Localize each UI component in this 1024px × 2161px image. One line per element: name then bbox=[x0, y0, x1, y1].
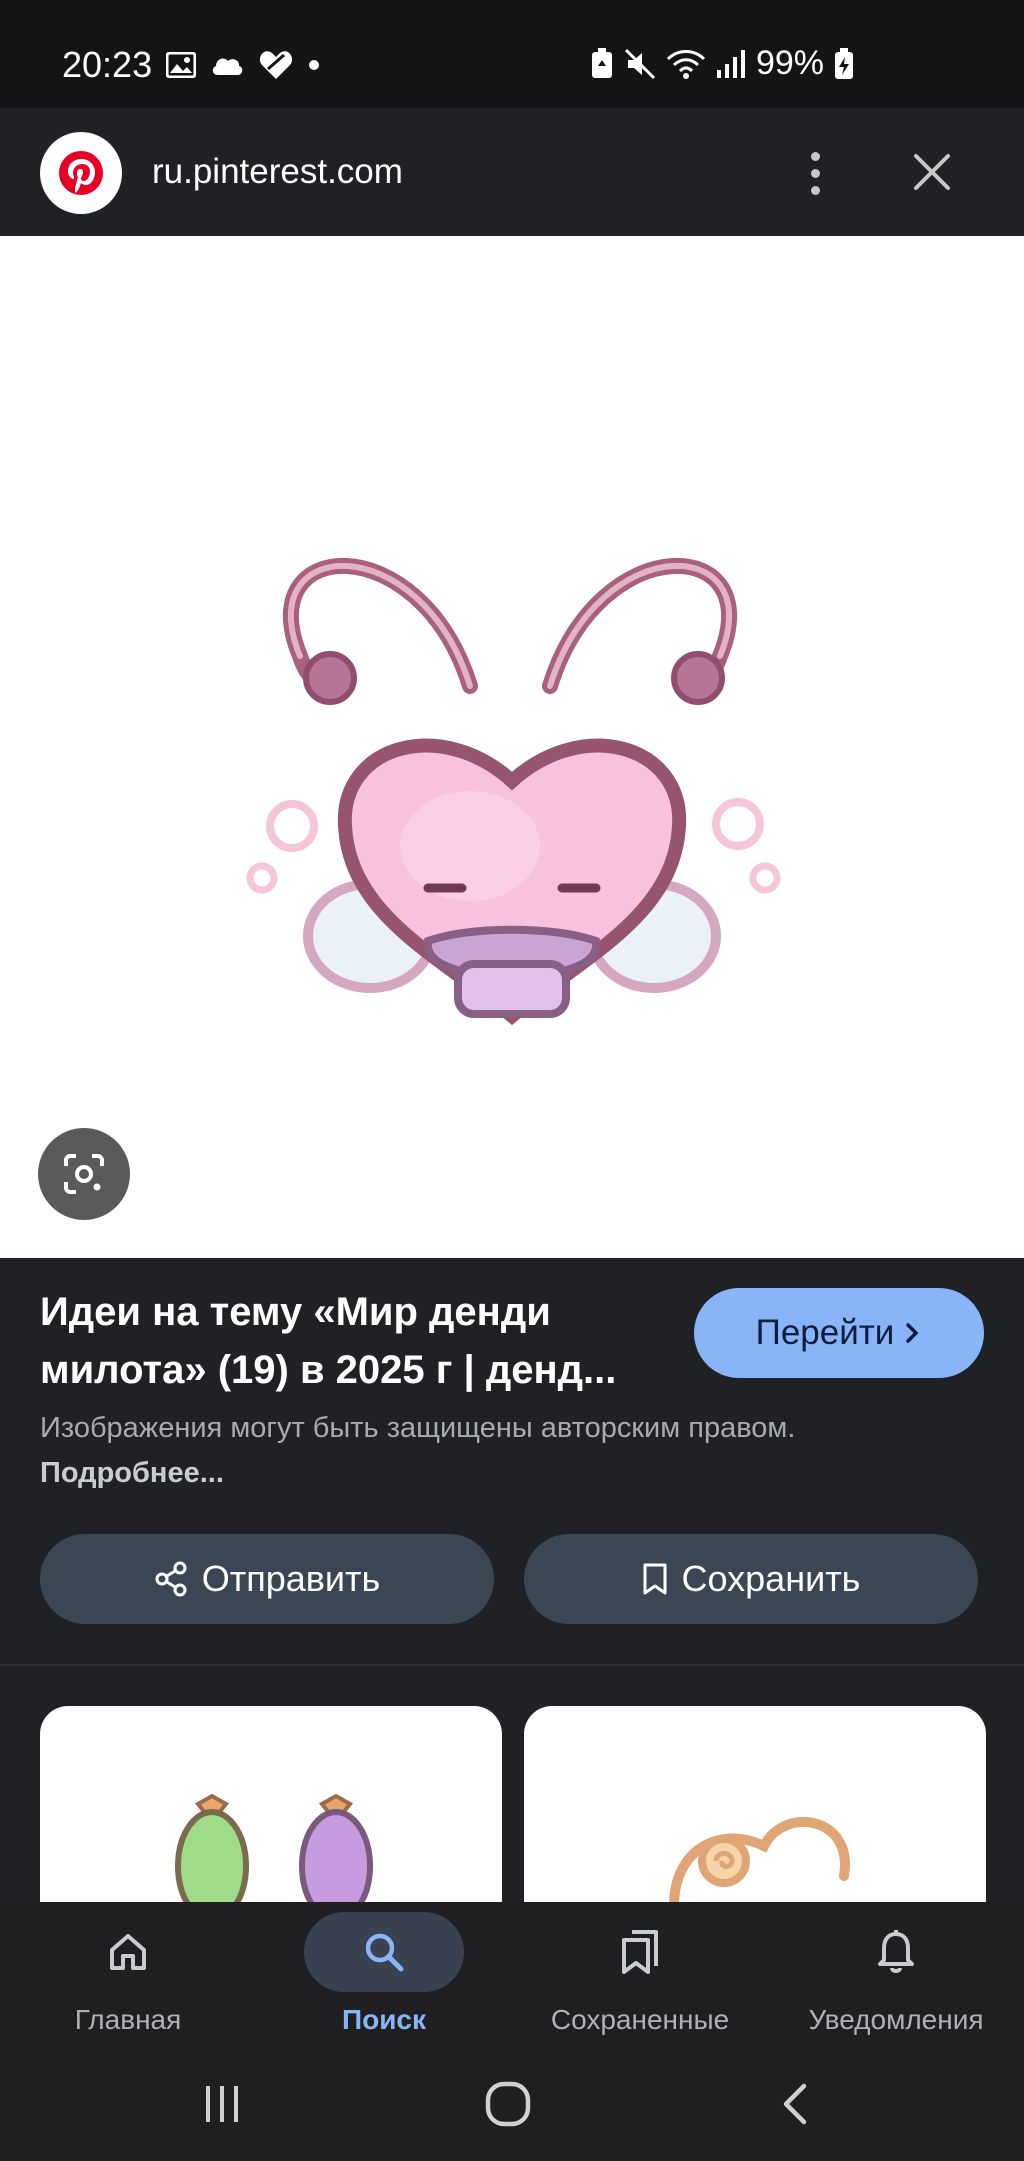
nav-label: Уведомления bbox=[808, 2004, 984, 2035]
camera-search-icon bbox=[64, 1154, 104, 1194]
save-button[interactable]: Сохранить bbox=[524, 1534, 978, 1624]
home-circle-icon bbox=[485, 2081, 531, 2127]
custom-tab-toolbar: ru.pinterest.com bbox=[0, 108, 1024, 236]
nav-label: Сохраненные bbox=[550, 2004, 730, 2035]
pinterest-icon bbox=[40, 132, 122, 214]
status-right: 99% bbox=[590, 44, 854, 83]
status-left: 20:23 bbox=[62, 44, 320, 86]
nav-icon-container bbox=[816, 1912, 976, 1992]
heart-icon bbox=[258, 49, 294, 81]
save-label: Сохранить bbox=[681, 1558, 861, 1599]
battery-level: 99% bbox=[755, 44, 824, 82]
dot bbox=[810, 151, 820, 161]
nav-label: Главная bbox=[74, 2004, 182, 2035]
nav-item-search[interactable]: Поиск bbox=[256, 1912, 512, 2042]
nav-label: Поиск bbox=[341, 2004, 427, 2035]
more-options-button[interactable] bbox=[790, 138, 840, 208]
share-button[interactable]: Отправить bbox=[40, 1534, 494, 1624]
dot-icon bbox=[308, 59, 320, 71]
battery-charging-icon bbox=[834, 47, 854, 80]
home-button[interactable] bbox=[468, 2074, 548, 2134]
lens-search-button[interactable] bbox=[38, 1128, 130, 1220]
nav-item-saved[interactable]: Сохраненные bbox=[512, 1912, 768, 2042]
cloud-icon bbox=[210, 54, 244, 76]
battery-saver-icon bbox=[590, 47, 614, 80]
url-text[interactable]: ru.pinterest.com bbox=[152, 152, 403, 192]
bell-icon bbox=[878, 1930, 914, 1973]
dot bbox=[810, 185, 820, 195]
result-title[interactable]: Идеи на тему «Мир денди милота» (19) в 2… bbox=[40, 1283, 680, 1399]
chevron-right-icon bbox=[906, 1323, 919, 1343]
copyright-notice: Изображения могут быть защищены авторски… bbox=[40, 1406, 900, 1496]
nav-item-home[interactable]: Главная bbox=[0, 1912, 256, 2042]
bookmark-icon bbox=[643, 1563, 667, 1595]
close-icon[interactable] bbox=[904, 144, 960, 200]
nav-item-notifications[interactable]: Уведомления bbox=[768, 1912, 1024, 2042]
dot bbox=[810, 168, 820, 178]
status-bar: 20:23 99% bbox=[0, 0, 1024, 108]
gallery-icon bbox=[166, 52, 197, 78]
status-time: 20:23 bbox=[62, 44, 153, 85]
mute-icon bbox=[624, 48, 656, 80]
system-navigation-bar bbox=[0, 2060, 1024, 2140]
home-icon bbox=[110, 1934, 146, 1970]
signal-icon bbox=[716, 49, 746, 78]
recent-apps-icon bbox=[206, 2086, 238, 2122]
nav-icon-container bbox=[560, 1912, 720, 1992]
back-icon bbox=[783, 2083, 807, 2125]
visit-button[interactable]: Перейти bbox=[694, 1288, 984, 1378]
back-button[interactable] bbox=[756, 2074, 836, 2134]
share-label: Отправить bbox=[201, 1558, 381, 1599]
copyright-text: Изображения могут быть защищены авторски… bbox=[40, 1412, 796, 1444]
divider bbox=[0, 1664, 1024, 1666]
recent-apps-button[interactable] bbox=[182, 2074, 262, 2134]
wifi-icon bbox=[666, 49, 706, 79]
bee-illustration bbox=[246, 558, 781, 1026]
more-info-link[interactable]: Подробнее... bbox=[40, 1457, 224, 1489]
saved-icon bbox=[622, 1930, 658, 1974]
visit-label: Перейти bbox=[755, 1313, 895, 1352]
nav-icon-container bbox=[304, 1912, 464, 1992]
search-icon bbox=[365, 1933, 404, 1972]
bottom-navigation: Главная Поиск Сохраненные Уведомления bbox=[0, 1902, 1024, 2161]
result-image[interactable] bbox=[0, 236, 1024, 1258]
share-icon bbox=[155, 1561, 187, 1597]
nav-icon-container bbox=[48, 1912, 208, 1992]
